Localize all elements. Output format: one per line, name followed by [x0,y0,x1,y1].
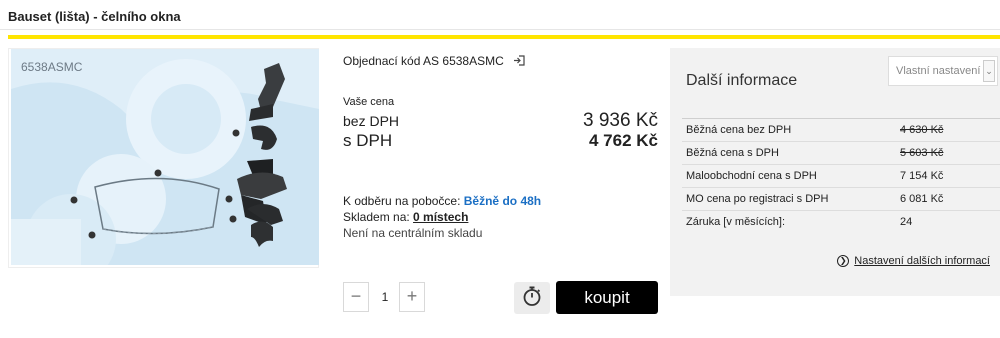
info-row: Běžná cena s DPH 5 603 Kč [682,141,1000,165]
availability-branch-label: K odběru na pobočce: [343,194,461,208]
product-image-panel[interactable]: 6538ASMC [8,48,319,268]
page-title: Bauset (lišta) - čelního okna [8,9,181,24]
accent-bar [8,35,1000,39]
info-row-value: 24 [900,210,1000,234]
copy-icon[interactable] [513,55,525,69]
info-row: Záruka [v měsících]: 24 [682,210,1000,234]
circle-arrow-icon: ❯ [837,255,850,267]
price-gross-label: s DPH [343,131,393,150]
info-settings-select-value: Vlastní nastavení [896,65,981,77]
quantity-increase-button[interactable]: + [399,282,425,312]
availability-branch: K odběru na pobočce: Běžně do 48h [343,194,541,208]
stopwatch-icon [522,285,542,312]
availability-stock-link[interactable]: 0 místech [413,210,468,224]
info-settings-select[interactable]: Vlastní nastavení ⌄ [888,56,998,86]
watchdog-button[interactable] [514,282,550,314]
price-net-row: bez DPH 3 936 Kč [343,110,658,132]
info-row-label: MO cena po registraci s DPH [682,187,900,211]
info-row: Běžná cena bez DPH 4 630 Kč [682,118,1000,142]
availability-branch-value: Běžně do 48h [463,194,542,208]
info-row-label: Běžná cena bez DPH [682,118,900,142]
info-row-value: 5 603 Kč [900,141,1000,165]
quantity-decrease-button[interactable]: − [343,282,369,312]
product-image-code: 6538ASMC [21,60,83,74]
availability-stock-label: Skladem na: [343,210,410,224]
info-row-value: 6 081 Kč [900,187,1000,211]
order-code: Objednací kód AS 6538ASMC [343,54,525,69]
info-row-value: 4 630 Kč [900,118,1000,142]
info-row: Maloobchodní cena s DPH 7 154 Kč [682,164,1000,188]
chevron-down-icon[interactable]: ⌄ [983,60,995,82]
info-table: Běžná cena bez DPH 4 630 Kč Běžná cena s… [682,118,1000,234]
price-gross-row: s DPH 4 762 Kč [343,131,658,151]
order-code-text: Objednací kód AS 6538ASMC [343,54,504,68]
more-info-settings-link[interactable]: ❯ Nastavení dalších informací [837,255,990,267]
product-image[interactable] [11,49,319,265]
info-title: Další informace [686,72,798,89]
info-panel: Další informace Vlastní nastavení ⌄ Běžn… [670,48,1000,296]
info-row-label: Maloobchodní cena s DPH [682,164,900,188]
availability-central-note: Není na centrálním skladu [343,226,483,240]
buy-button[interactable]: koupit [556,281,658,314]
info-row-label: Záruka [v měsících]: [682,210,900,234]
price-net-label: bez DPH [343,113,400,129]
price-net-value: 3 936 Kč [583,110,658,131]
info-row: MO cena po registraci s DPH 6 081 Kč [682,187,1000,211]
info-row-value: 7 154 Kč [900,164,1000,188]
quantity-input[interactable]: 1 [373,282,397,312]
info-row-label: Běžná cena s DPH [682,141,900,165]
availability-stock: Skladem na: 0 místech [343,210,468,224]
price-gross-value: 4 762 Kč [589,131,658,150]
price-caption: Vaše cena [343,96,395,108]
more-info-settings-label[interactable]: Nastavení dalších informací [854,255,990,267]
title-divider [0,29,1000,30]
